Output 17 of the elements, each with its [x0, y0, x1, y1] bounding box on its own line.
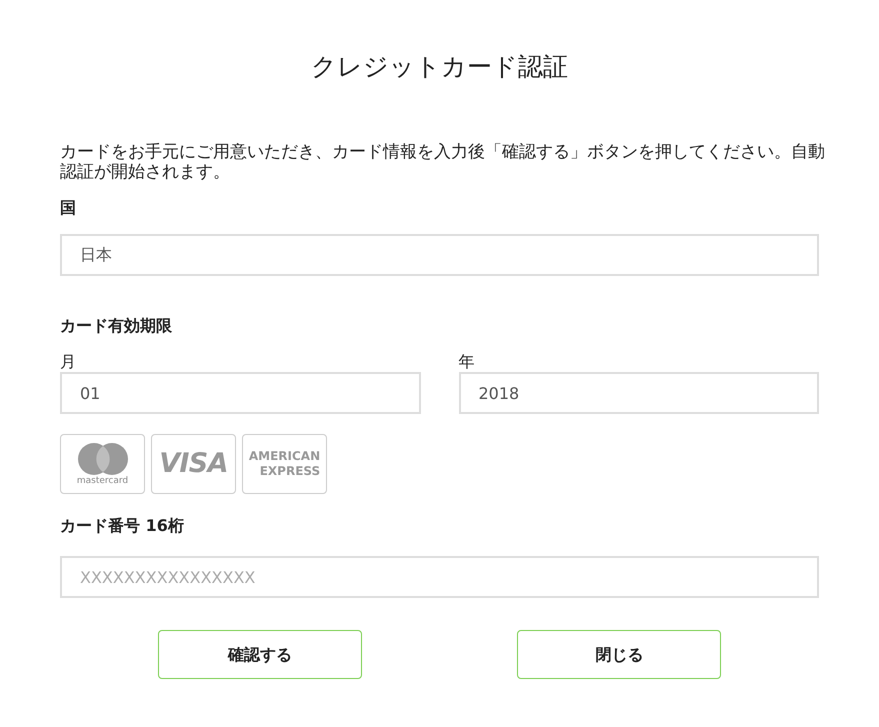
- instructions: カードをお手元にご用意いただき、カード情報を入力後「確認する」ボタンを押してください。自動認証が開始されます。: [60, 142, 826, 182]
- brand-name: VISA: [159, 446, 228, 481]
- input-field[interactable]: 日本: [60, 234, 819, 276]
- field-label: カード有効期限: [60, 315, 173, 337]
- brand-name: AMERICAN: [248, 449, 320, 464]
- action-button[interactable]: 確認する: [158, 630, 362, 679]
- brand-name: mastercard: [76, 476, 128, 486]
- input-field[interactable]: XXXXXXXXXXXXXXXX: [60, 556, 819, 598]
- input-field[interactable]: 2018: [458, 372, 819, 414]
- dialog-title: クレジットカード認証: [310, 51, 569, 83]
- action-button[interactable]: 閉じる: [517, 630, 722, 679]
- input-field[interactable]: 01: [60, 372, 420, 414]
- brand-name: EXPRESS: [260, 464, 320, 479]
- field-label: 年: [458, 352, 476, 372]
- field-label: カード番号 16桁: [60, 515, 185, 537]
- field-label: 国: [60, 197, 77, 219]
- field-label: 月: [60, 352, 77, 372]
